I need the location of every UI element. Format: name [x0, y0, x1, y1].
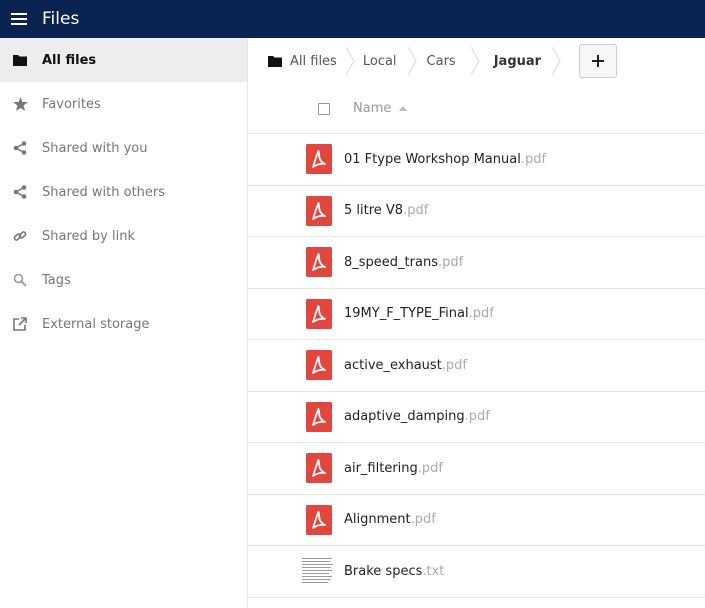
file-row[interactable]: Alignment.pdf: [248, 495, 705, 546]
app-title: Files: [42, 9, 80, 29]
search-icon: [13, 273, 27, 287]
file-row[interactable]: 01 Ftype Workshop Manual.pdf: [248, 134, 705, 186]
file-row[interactable]: active_exhaust.pdf: [248, 340, 705, 392]
star-icon: [12, 97, 28, 111]
select-all-checkbox[interactable]: [318, 102, 330, 115]
sidebar-item-shared-by-link[interactable]: Shared by link: [0, 214, 247, 258]
hamburger-icon: [11, 13, 27, 25]
external-link-icon: [13, 317, 27, 331]
sidebar-item-tags[interactable]: Tags: [0, 258, 247, 302]
pdf-icon: [306, 401, 332, 432]
chevron-right-icon: [456, 38, 494, 84]
name-column-header[interactable]: Name: [353, 101, 408, 116]
file-row[interactable]: adaptive_damping.pdf: [248, 392, 705, 443]
chevron-right-icon: [397, 38, 427, 84]
sidebar-item-shared-with-you[interactable]: Shared with you: [0, 126, 247, 170]
file-row[interactable]: 8_speed_trans.pdf: [248, 237, 705, 289]
pdf-icon: [306, 195, 332, 226]
breadcrumb: All files Local Cars Jaguar: [248, 38, 705, 84]
file-list-area: All files Local Cars Jaguar Name 01 Ftyp…: [248, 38, 705, 608]
chevron-right-icon: [337, 38, 363, 84]
breadcrumb-jaguar[interactable]: Jaguar: [494, 38, 541, 84]
pdf-icon: [306, 350, 332, 381]
sidebar-item-label: Shared with others: [42, 184, 166, 200]
link-icon: [13, 231, 27, 241]
sidebar-item-label: Shared with you: [42, 140, 148, 156]
share-icon: [13, 185, 27, 199]
sidebar-item-all-files[interactable]: All files: [0, 38, 247, 82]
sidebar-item-favorites[interactable]: Favorites: [0, 82, 247, 126]
pdf-icon: [306, 298, 332, 329]
sidebar-item-label: Tags: [42, 272, 71, 288]
sidebar-item-label: Favorites: [42, 96, 101, 112]
breadcrumb-all-files[interactable]: All files: [268, 38, 337, 84]
folder-icon: [268, 56, 282, 67]
breadcrumb-local[interactable]: Local: [363, 38, 397, 84]
sidebar-item-external-storage[interactable]: External storage: [0, 302, 247, 346]
sidebar-item-label: Shared by link: [42, 228, 135, 244]
app-header: Files: [0, 0, 705, 38]
file-row[interactable]: Brake specs.txt: [248, 546, 705, 598]
pdf-icon: [306, 453, 332, 484]
file-row[interactable]: 5 litre V8.pdf: [248, 186, 705, 237]
new-button[interactable]: [579, 44, 618, 78]
sidebar-item-label: All files: [42, 52, 97, 68]
breadcrumb-cars[interactable]: Cars: [427, 38, 456, 84]
file-row[interactable]: 19MY_F_TYPE_Final.pdf: [248, 289, 705, 340]
plus-icon: [592, 55, 605, 67]
pdf-icon: [306, 504, 332, 535]
sidebar-item-label: External storage: [42, 316, 150, 332]
file-row[interactable]: air_filtering.pdf: [248, 443, 705, 495]
sidebar: All files Favorites Shared with you Shar…: [0, 38, 248, 608]
menu-button[interactable]: [0, 0, 38, 38]
sidebar-item-shared-with-others[interactable]: Shared with others: [0, 170, 247, 214]
sort-ascending-icon: [399, 106, 408, 111]
file-list-header: Name: [248, 84, 705, 134]
pdf-icon: [306, 144, 332, 175]
text-file-preview-icon: [302, 556, 334, 587]
chevron-right-icon: [541, 38, 571, 84]
pdf-icon: [306, 247, 332, 278]
share-icon: [13, 141, 27, 155]
folder-icon: [13, 55, 27, 66]
